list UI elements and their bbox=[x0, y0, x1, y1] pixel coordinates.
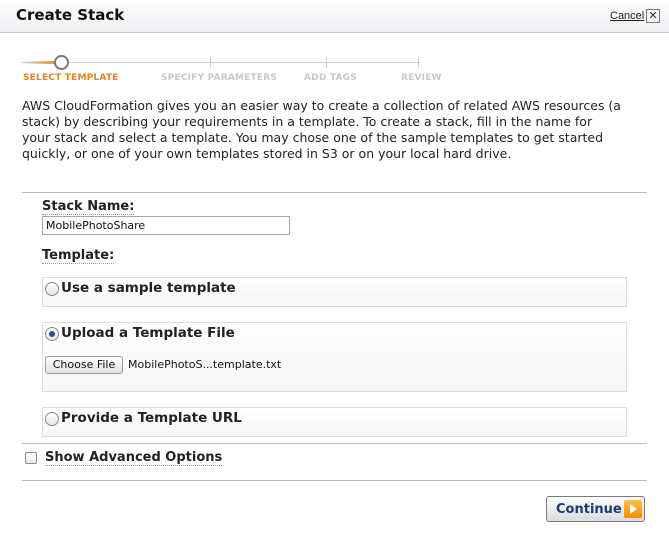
close-icon[interactable]: ✕ bbox=[646, 9, 660, 23]
template-url-radio[interactable] bbox=[45, 412, 59, 426]
divider bbox=[22, 192, 647, 193]
step-progress bbox=[22, 61, 57, 64]
step-tick bbox=[418, 57, 419, 68]
sample-template-label: Use a sample template bbox=[61, 280, 236, 296]
step-specify-parameters: SPECIFY PARAMETERS bbox=[161, 73, 278, 83]
continue-label: Continue bbox=[556, 502, 622, 517]
stack-name-label: Stack Name: bbox=[42, 199, 135, 215]
template-url-label: Provide a Template URL bbox=[61, 410, 242, 426]
sample-template-radio[interactable] bbox=[45, 282, 59, 296]
cancel-link[interactable]: Cancel bbox=[610, 10, 644, 22]
stack-name-input[interactable] bbox=[42, 216, 290, 235]
step-track bbox=[22, 62, 420, 63]
upload-file-label: Upload a Template File bbox=[61, 325, 235, 341]
selected-file-name: MobilePhotoS...template.txt bbox=[128, 358, 282, 371]
step-tick bbox=[326, 57, 327, 68]
divider bbox=[22, 443, 647, 444]
description-text: AWS CloudFormation gives you an easier w… bbox=[22, 98, 621, 161]
upload-file-radio[interactable] bbox=[45, 327, 59, 341]
advanced-options-checkbox[interactable] bbox=[25, 452, 37, 464]
dialog-header: Create Stack Cancel ✕ bbox=[0, 0, 669, 33]
step-add-tags: ADD TAGS bbox=[304, 73, 357, 83]
wizard-steps: SELECT TEMPLATE SPECIFY PARAMETERS ADD T… bbox=[0, 50, 669, 90]
dialog-title: Create Stack bbox=[16, 6, 125, 24]
choose-file-button[interactable]: Choose File bbox=[45, 356, 123, 374]
step-review: REVIEW bbox=[401, 73, 442, 83]
create-stack-dialog: Create Stack Cancel ✕ SELECT TEMPLATE SP… bbox=[0, 0, 669, 540]
current-step-marker bbox=[54, 55, 69, 70]
advanced-options-label[interactable]: Show Advanced Options bbox=[45, 450, 223, 466]
template-label: Template: bbox=[42, 248, 115, 264]
arrow-right-icon bbox=[624, 500, 642, 518]
continue-button[interactable]: Continue bbox=[546, 496, 645, 522]
step-select-template: SELECT TEMPLATE bbox=[23, 73, 119, 83]
step-tick bbox=[210, 57, 211, 68]
divider bbox=[22, 480, 647, 481]
